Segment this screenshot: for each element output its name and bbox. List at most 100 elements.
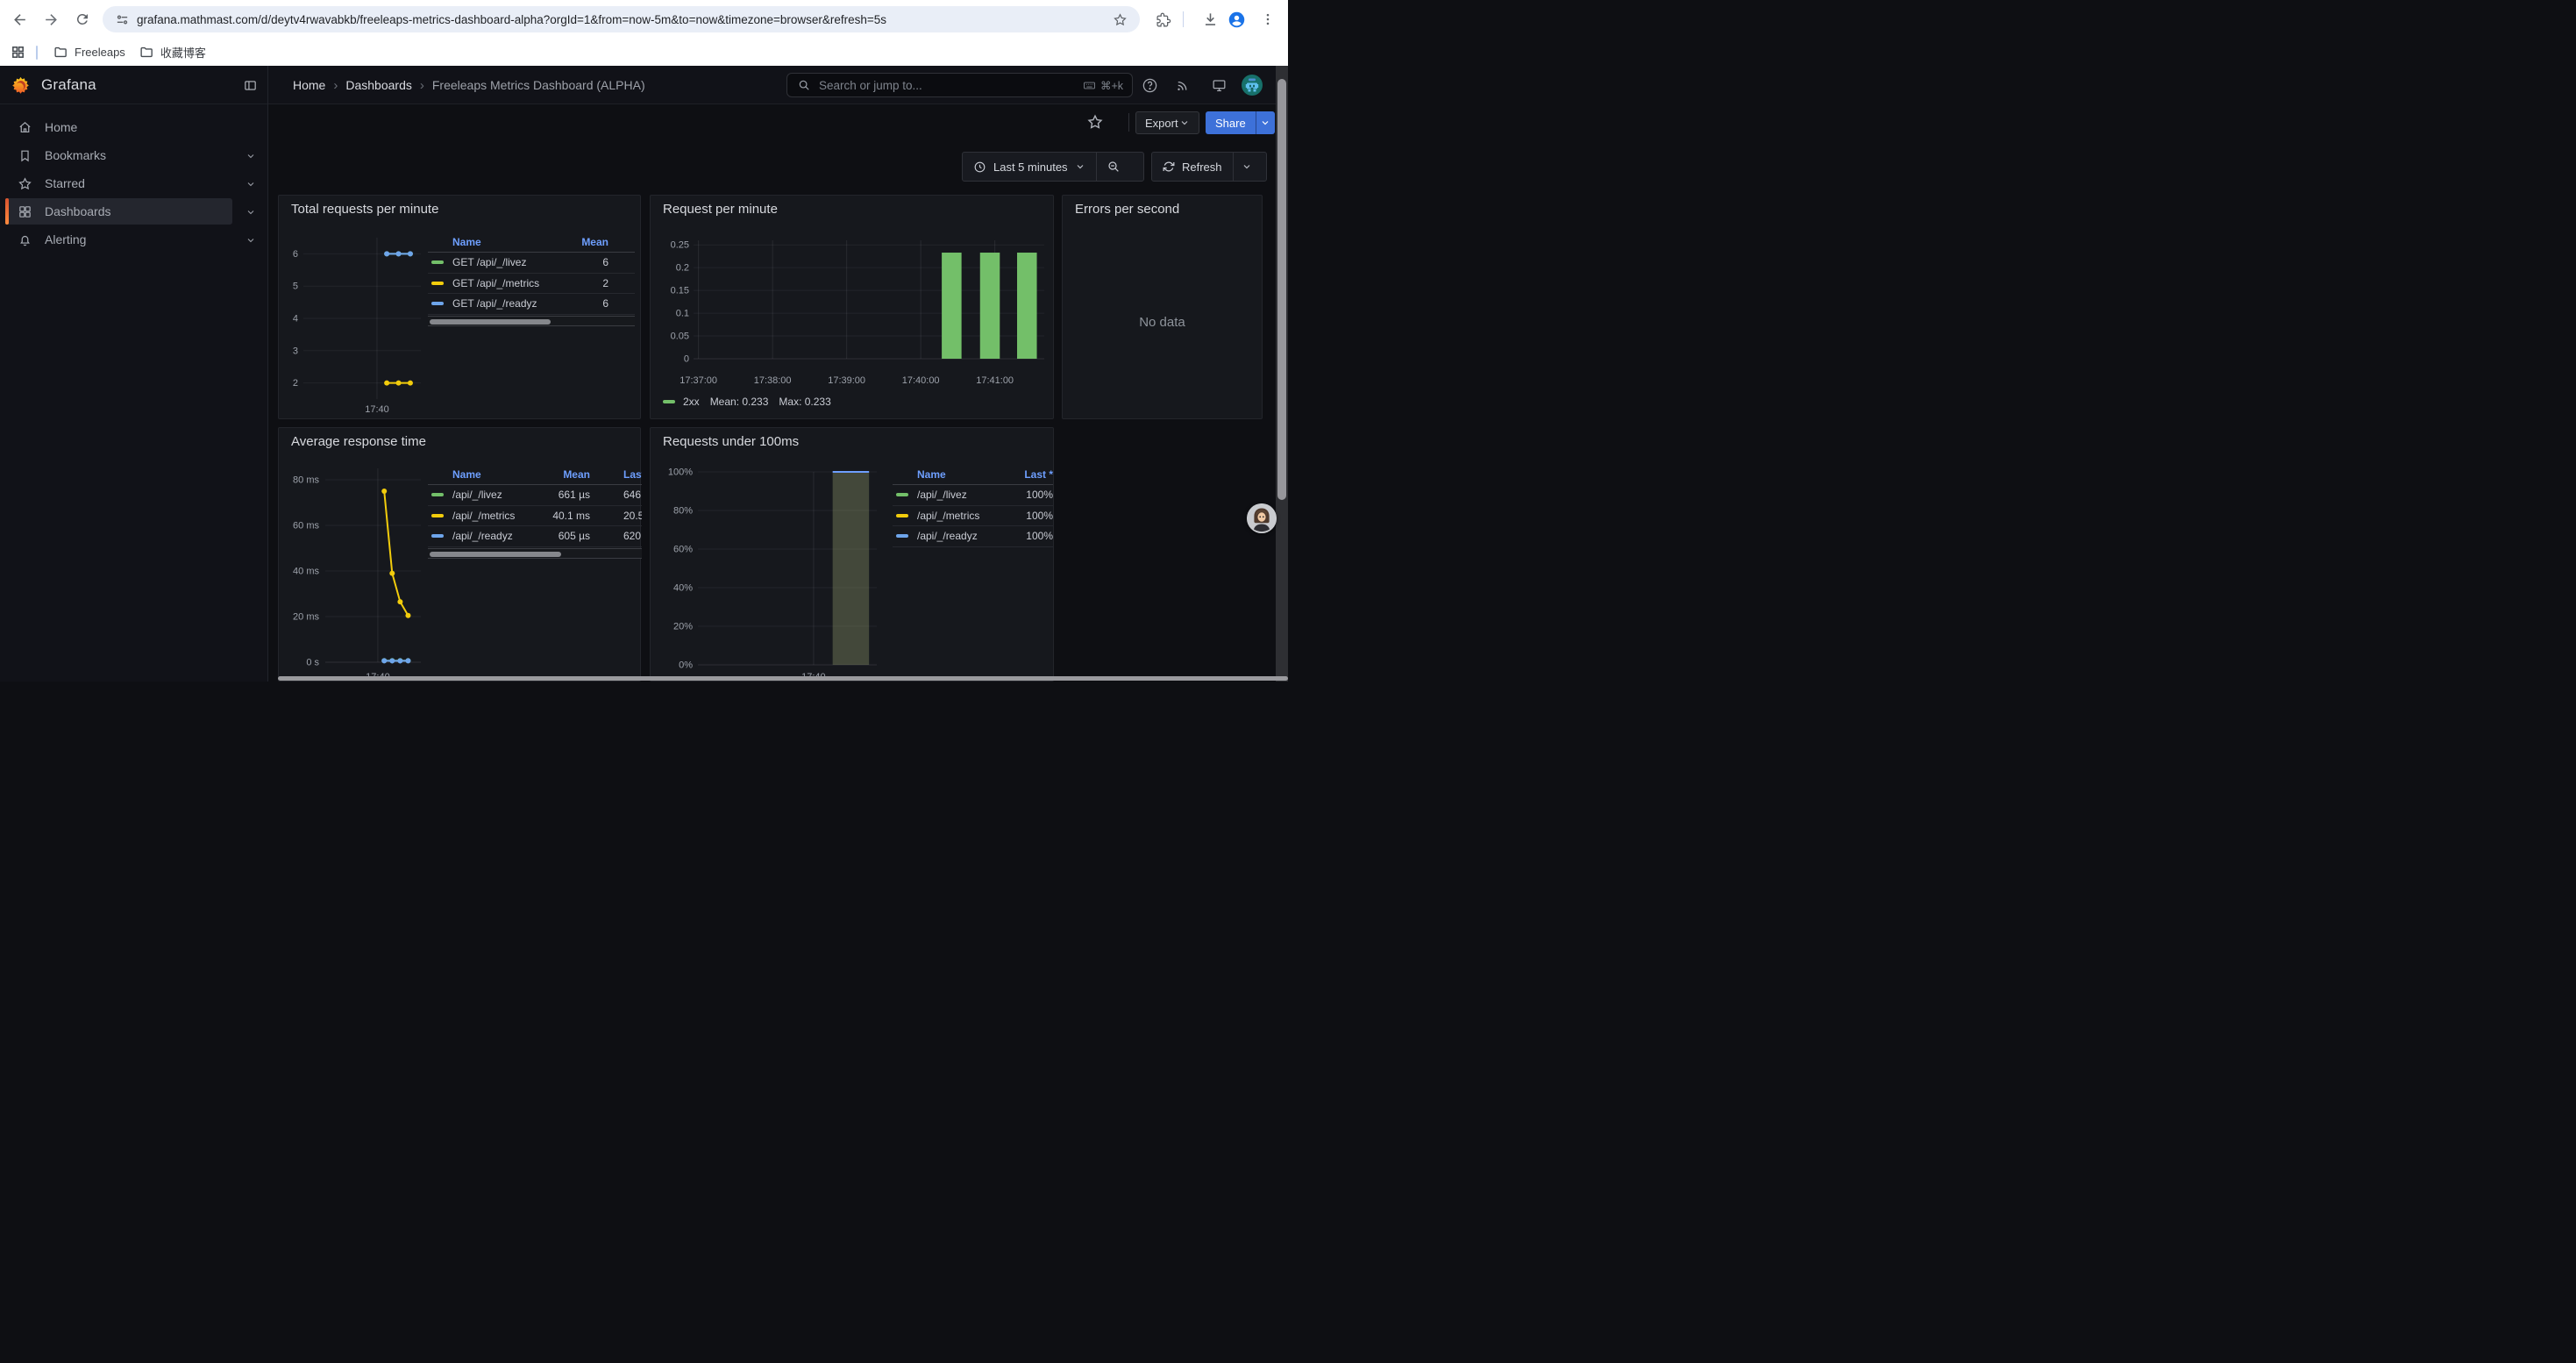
legend-scrollbar[interactable] (428, 316, 635, 326)
address-bar[interactable] (103, 6, 1140, 32)
series-value: 620 µs (590, 530, 642, 542)
share-button[interactable]: Share (1206, 111, 1275, 134)
bookmark-folder-blogs[interactable]: 收藏博客 (132, 41, 213, 63)
sidebar-item-dashboards[interactable]: Dashboards (0, 197, 267, 225)
sidebar-toggle-icon[interactable] (240, 75, 260, 95)
search-input[interactable] (817, 78, 1083, 93)
chevron-down-icon[interactable] (246, 206, 256, 217)
svg-text:0.05: 0.05 (671, 332, 689, 342)
legend-header-col[interactable]: Mean (531, 468, 590, 481)
monitor-icon[interactable] (1209, 75, 1228, 95)
screen: Freeleaps 收藏博客 Grafana Home › Dashboards… (0, 0, 1288, 682)
legend-row[interactable]: /api/_/metrics40.1 ms20.5 ms (428, 506, 642, 527)
sidebar-item-alerting[interactable]: Alerting (0, 225, 267, 253)
search-bar[interactable]: ⌘+k (786, 73, 1133, 97)
series-value: 6 (556, 297, 608, 310)
share-label[interactable]: Share (1206, 111, 1256, 134)
bookmark-folder-label: 收藏博客 (160, 44, 206, 61)
forward-icon[interactable] (40, 9, 61, 30)
legend-header-col[interactable]: Last * (1000, 468, 1053, 481)
legend-header-name[interactable]: Name (428, 236, 556, 248)
share-menu-chevron-icon[interactable] (1256, 111, 1275, 134)
legend-row[interactable]: GET /api/_/livez6 (428, 253, 635, 274)
apps-icon (18, 204, 32, 219)
legend-scrollbar-thumb[interactable] (430, 552, 561, 557)
downloads-icon[interactable] (1200, 10, 1220, 29)
legend-row[interactable]: GET /api/_/readyz6 (428, 294, 635, 315)
page-horizontal-scrollbar-thumb[interactable] (278, 676, 1288, 681)
legend-row[interactable]: /api/_/livez661 µs646 µs (428, 485, 642, 506)
time-range-group: Last 5 minutes (962, 152, 1144, 182)
legend-scrollbar[interactable] (428, 548, 642, 559)
series-name: /api/_/readyz (917, 530, 978, 542)
breadcrumb-dashboards[interactable]: Dashboards (345, 78, 412, 92)
legend-row[interactable]: GET /api/_/metrics2 (428, 274, 635, 295)
refresh-button[interactable]: Refresh (1152, 153, 1233, 181)
breadcrumb-separator: › (333, 78, 338, 93)
chevron-down-icon[interactable] (246, 234, 256, 245)
legend-header-col[interactable]: Mean (556, 236, 608, 248)
help-icon[interactable] (1140, 75, 1159, 95)
sidebar-item-home[interactable]: Home (0, 113, 267, 141)
extensions-icon[interactable] (1154, 10, 1173, 29)
news-rss-icon[interactable] (1173, 75, 1192, 95)
chevron-down-icon[interactable] (246, 178, 256, 189)
favorite-star-icon[interactable] (1086, 113, 1104, 131)
total-requests-legend: NameMeanGET /api/_/livez6GET /api/_/metr… (428, 232, 635, 326)
legend-row[interactable]: /api/_/readyz605 µs620 µs (428, 526, 642, 547)
sidebar-item-bookmarks[interactable]: Bookmarks (0, 141, 267, 169)
svg-text:0.2: 0.2 (676, 263, 689, 274)
breadcrumb-current: Freeleaps Metrics Dashboard (ALPHA) (432, 78, 645, 92)
back-icon[interactable] (9, 9, 30, 30)
zoom-out-time-button[interactable] (1097, 153, 1130, 181)
series-color-swatch (896, 534, 908, 538)
svg-text:17:41:00: 17:41:00 (976, 375, 1014, 386)
bookmark-folder-label: Freeleaps (75, 46, 125, 59)
bookmarks-bar: Freeleaps 收藏博客 (0, 39, 1288, 66)
legend-scrollbar-thumb[interactable] (430, 319, 551, 325)
legend-row[interactable]: /api/_/metrics100% (893, 506, 1053, 527)
sidebar-item-starred[interactable]: Starred (0, 169, 267, 197)
svg-text:80%: 80% (673, 506, 693, 517)
url-input[interactable] (137, 13, 1113, 26)
site-settings-icon[interactable] (115, 12, 130, 27)
series-color-swatch (663, 400, 675, 403)
keyboard-icon (1083, 79, 1096, 92)
panel-requests-under-100ms: Requests under 100ms 100%80%60%40%20%0%1… (650, 427, 1054, 682)
page-vertical-scrollbar-thumb[interactable] (1277, 79, 1286, 500)
grafana-brand[interactable]: Grafana (11, 66, 96, 104)
sidebar-item-label: Home (45, 120, 77, 134)
legend-row[interactable]: /api/_/livez100% (893, 485, 1053, 506)
svg-text:6: 6 (293, 249, 298, 260)
export-button[interactable]: Export (1135, 111, 1199, 134)
legend-row[interactable]: /api/_/readyz100% (893, 526, 1053, 547)
panel-title[interactable]: Errors per second (1075, 202, 1179, 217)
profile-icon[interactable] (1227, 10, 1246, 29)
request-per-minute-legend[interactable]: 2xx Mean: 0.233 Max: 0.233 (663, 396, 831, 408)
browser-menu-icon[interactable] (1258, 10, 1277, 29)
svg-text:0.15: 0.15 (671, 286, 689, 296)
legend-header: NameMean (428, 232, 635, 253)
breadcrumb-home[interactable]: Home (293, 78, 325, 92)
series-value: 40.1 ms (531, 510, 590, 522)
request-per-minute-chart[interactable]: 0.250.20.150.10.05017:37:0017:38:0017:39… (651, 196, 1055, 420)
series-name[interactable]: 2xx (683, 396, 700, 408)
refresh-interval-chevron[interactable] (1234, 153, 1260, 181)
sidebar-item-label: Starred (45, 176, 85, 190)
time-range-picker[interactable]: Last 5 minutes (963, 153, 1096, 181)
svg-text:5: 5 (293, 282, 298, 292)
legend-header-col[interactable]: Last * (590, 468, 642, 481)
org-avatar[interactable] (1242, 75, 1263, 96)
legend-header-name[interactable]: Name (893, 468, 1000, 481)
apps-grid-icon[interactable] (11, 45, 25, 60)
legend-header: NameLast * (893, 465, 1053, 485)
assistant-floating-avatar[interactable] (1247, 503, 1277, 533)
bookmark-star-icon[interactable] (1113, 12, 1128, 27)
bookmarks-divider (36, 46, 38, 60)
legend-header-name[interactable]: Name (428, 468, 531, 481)
chevron-down-icon[interactable] (246, 150, 256, 161)
bookmark-folder-freeleaps[interactable]: Freeleaps (46, 42, 132, 62)
series-color-swatch (431, 514, 444, 517)
reload-icon[interactable] (72, 9, 93, 30)
svg-text:60%: 60% (673, 545, 693, 555)
